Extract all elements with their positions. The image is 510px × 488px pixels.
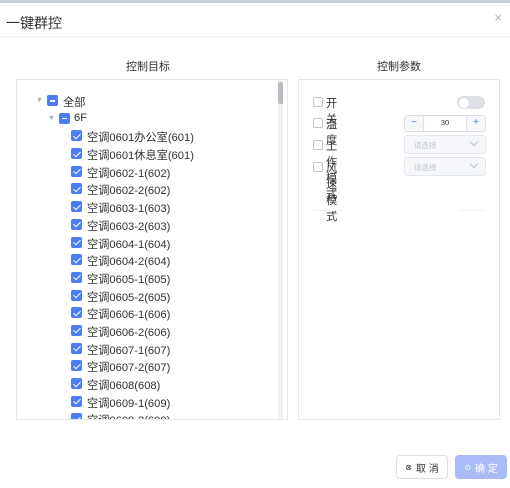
tree-node-device[interactable]: 空调0601办公室(601)	[17, 127, 277, 145]
tree-node-label: 6F	[74, 111, 88, 124]
power-checkbox[interactable]	[313, 97, 323, 107]
fan-mode-checkbox[interactable]	[313, 162, 323, 172]
device-checkbox[interactable]	[71, 289, 82, 301]
device-checkbox[interactable]	[71, 148, 82, 160]
tree-node-device[interactable]: 空调0603-1(603)	[17, 198, 277, 216]
tree-node-device[interactable]: 空调0605-1(605)	[17, 269, 277, 287]
device-checkbox[interactable]	[71, 236, 82, 248]
device-checkbox[interactable]	[71, 183, 82, 195]
device-checkbox[interactable]	[71, 324, 82, 336]
work-mode-placeholder: 请选择	[414, 141, 437, 150]
temperature-decrease-button[interactable]: −	[405, 116, 424, 131]
control-target-title: 控制目标	[126, 61, 170, 73]
tree-node-device[interactable]: 空调0603-2(603)	[17, 216, 277, 234]
chevron-down-icon	[469, 137, 479, 147]
tree-node-label: 空调0602-1(602)	[87, 167, 171, 180]
power-switch-knob	[458, 97, 469, 108]
fan-mode-label: 风速模式	[326, 163, 338, 223]
tree-node-device[interactable]: 空调0609-1(609)	[17, 393, 277, 411]
device-checkbox[interactable]	[71, 201, 82, 213]
tree-node-label: 空调0606-2(606)	[87, 326, 171, 339]
chevron-down-icon	[469, 159, 479, 169]
device-checkbox[interactable]	[71, 413, 82, 419]
close-icon[interactable]: ×	[494, 11, 502, 25]
tree-node-label: 空调0609-1(609)	[87, 397, 171, 410]
device-tree: ▼ 全部 ▼ 6F 空调0601办公室(601) 空调0601休息室(601) 空调…	[17, 92, 277, 419]
device-checkbox[interactable]	[71, 307, 82, 319]
tree-scrollbar-thumb[interactable]	[278, 82, 283, 104]
device-checkbox[interactable]	[71, 130, 82, 142]
tree-node-label: 空调0601办公室(601)	[87, 132, 194, 145]
tree-node-label: 空调0604-2(604)	[87, 256, 171, 269]
fan-mode-select[interactable]: 请选择	[404, 157, 486, 176]
tree-node-label: 空调0608(608)	[87, 380, 161, 392]
device-checkbox[interactable]	[71, 395, 82, 407]
tree-node-label: 空调0607-2(607)	[87, 362, 171, 375]
tree-node-device[interactable]: 空调0606-1(606)	[17, 304, 277, 322]
tree-node-label: 空调0607-1(607)	[87, 344, 171, 357]
cancel-button[interactable]: ⊗ 取 消	[396, 455, 448, 479]
tree-node-device[interactable]: 空调0607-2(607)	[17, 357, 277, 375]
floor-checkbox[interactable]	[59, 112, 70, 124]
faint-divider	[459, 210, 485, 211]
tree-node-label: 空调0603-1(603)	[87, 203, 171, 216]
tree-node-root[interactable]: ▼ 全部	[17, 92, 277, 110]
tree-node-label: 空调0605-1(605)	[87, 273, 171, 286]
tree-node-label: 空调0603-2(603)	[87, 220, 171, 233]
params-panel: 开关 温度 − 30 + 工作模式 请选择 风速模式 请选择	[298, 79, 500, 420]
device-checkbox[interactable]	[71, 378, 82, 389]
tree-node-floor[interactable]: ▼ 6F	[17, 110, 277, 128]
tree-node-label: 空调0609-2(609)	[87, 412, 170, 419]
tree-node-label: 空调0604-1(604)	[87, 238, 171, 251]
device-checkbox[interactable]	[71, 342, 82, 354]
faint-divider	[313, 210, 343, 211]
tree-node-label: 空调0602-2(602)	[87, 185, 171, 198]
control-params-title: 控制参数	[377, 61, 421, 73]
tree-node-label: 空调0606-1(606)	[87, 309, 171, 322]
tree-node-device[interactable]: 空调0606-2(606)	[17, 322, 277, 340]
device-checkbox[interactable]	[71, 165, 82, 177]
close-circle-icon: ⊗	[405, 462, 412, 472]
fan-mode-placeholder: 请选择	[414, 163, 437, 172]
dialog-header: 一键群控 ×	[0, 3, 510, 37]
device-checkbox[interactable]	[71, 360, 82, 372]
dialog-title: 一键群控	[6, 15, 62, 31]
work-mode-checkbox[interactable]	[313, 140, 323, 150]
temperature-stepper[interactable]: − 30 +	[404, 115, 486, 132]
device-checkbox[interactable]	[71, 254, 82, 266]
tree-node-label: 空调0601休息室(601)	[87, 150, 194, 163]
power-switch[interactable]	[457, 96, 485, 109]
tree-node-device[interactable]: 空调0605-2(605)	[17, 287, 277, 305]
tree-node-device[interactable]: 空调0602-2(602)	[17, 180, 277, 198]
root-checkbox[interactable]	[47, 95, 58, 106]
tree-node-device[interactable]: 空调0602-1(602)	[17, 163, 277, 181]
tree-node-device[interactable]: 空调0609-2(609)	[17, 410, 277, 419]
caret-down-icon[interactable]: ▼	[48, 115, 55, 122]
confirm-button[interactable]: ⊙ 确 定	[455, 455, 507, 479]
device-checkbox[interactable]	[71, 271, 82, 283]
temperature-checkbox[interactable]	[313, 118, 323, 128]
tree-node-device[interactable]: 空调0604-1(604)	[17, 234, 277, 252]
tree-scrollbar[interactable]	[278, 80, 283, 419]
tree-node-device[interactable]: 空调0604-2(604)	[17, 251, 277, 269]
work-mode-select[interactable]: 请选择	[404, 135, 486, 154]
caret-down-icon[interactable]: ▼	[36, 97, 43, 104]
temperature-value[interactable]: 30	[424, 118, 466, 127]
tree-node-device[interactable]: 空调0607-1(607)	[17, 340, 277, 358]
cancel-button-label: 取 消	[415, 463, 439, 475]
target-tree-panel: ▼ 全部 ▼ 6F 空调0601办公室(601) 空调0601休息室(601) 空调…	[16, 79, 288, 420]
tree-node-label: 全部	[63, 97, 86, 109]
tree-node-device[interactable]: 空调0608(608)	[17, 375, 277, 393]
temperature-increase-button[interactable]: +	[466, 116, 485, 131]
confirm-button-label: 确 定	[474, 463, 498, 475]
device-checkbox[interactable]	[71, 218, 82, 230]
tree-node-device[interactable]: 空调0601休息室(601)	[17, 145, 277, 163]
check-circle-icon: ⊙	[464, 462, 471, 472]
tree-node-label: 空调0605-2(605)	[87, 291, 171, 304]
